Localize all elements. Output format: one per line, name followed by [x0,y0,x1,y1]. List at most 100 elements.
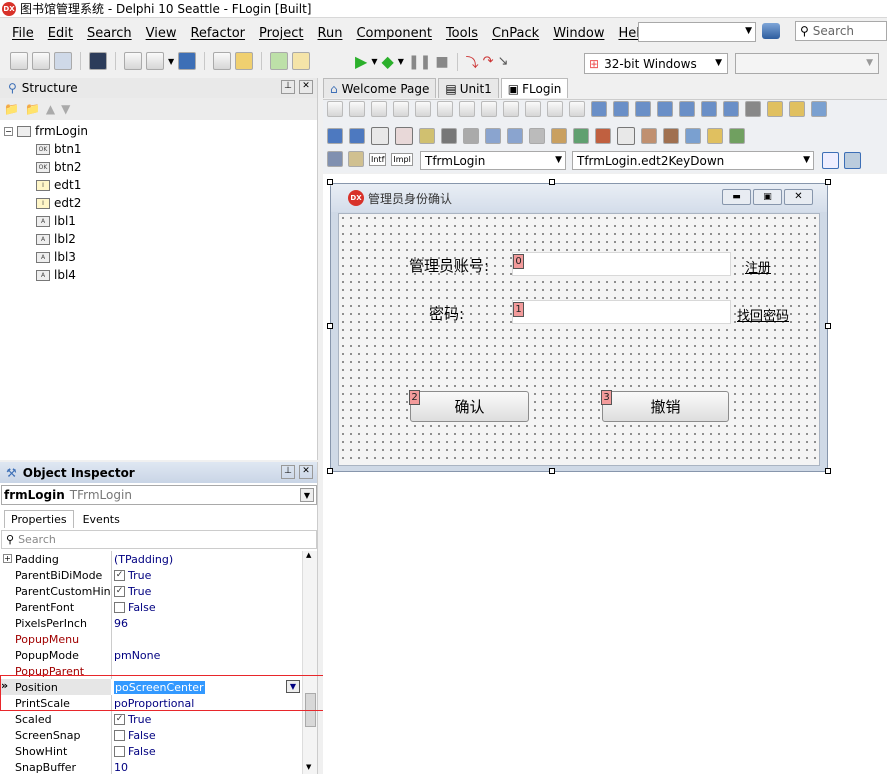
pin-icon[interactable]: ⊥ [281,80,295,94]
property-value[interactable]: ✓ True [111,569,302,582]
property-value[interactable]: 10 [111,761,302,774]
align-grid-icon[interactable] [723,101,739,117]
bring-front-icon[interactable] [679,101,695,117]
property-row-parentfont[interactable]: ParentFont False [0,599,302,615]
property-value[interactable]: False [111,745,302,758]
forward-icon[interactable] [348,151,364,167]
creation-order-icon[interactable] [613,101,629,117]
select-all-icon[interactable] [327,128,343,144]
tab-flogin[interactable]: ▣ FLogin [500,78,569,98]
tab-unit1[interactable]: ▤ Unit1 [438,78,499,98]
size-height-icon[interactable] [525,101,541,117]
align-left-icon[interactable] [327,101,343,117]
align-center-v-icon[interactable] [437,101,453,117]
sync-view-icon[interactable] [822,152,839,169]
align-bottom-icon[interactable] [393,101,409,117]
scroll-down-icon[interactable]: ▼ [306,763,311,771]
maximize-icon[interactable]: ▣ [753,189,782,205]
menu-component[interactable]: Component [356,26,431,41]
new-form-icon[interactable] [124,52,142,70]
component-list-icon[interactable] [485,128,501,144]
tree-item-lbl4[interactable]: Albl4 [36,266,317,284]
menu-file[interactable]: File [12,26,34,41]
open-icon[interactable] [32,52,50,70]
tree-item-edt2[interactable]: Iedt2 [36,194,317,212]
checkbox-checked[interactable]: ✓ [114,713,125,725]
menu-tools[interactable]: Tools [446,26,478,41]
arrow-up-icon[interactable]: ▲ [46,102,55,116]
menu-edit[interactable]: Edit [48,26,73,41]
property-value[interactable]: False [111,601,302,614]
ide-search-box[interactable]: ⚲ Search [795,21,887,41]
desktop-layout-combo[interactable]: ▼ [638,22,756,42]
chevron-down-icon[interactable]: ▼ [300,488,314,502]
designer-options-icon[interactable] [707,128,723,144]
menu-cnpack[interactable]: CnPack [492,26,539,41]
lock-controls-icon[interactable] [657,101,673,117]
resize-handle[interactable] [549,179,555,185]
tree-item-lbl1[interactable]: Albl1 [36,212,317,230]
send-back-icon[interactable] [701,101,717,117]
checkbox-checked[interactable]: ✓ [114,569,125,581]
tab-order-icon[interactable] [591,101,607,117]
collapse-icon[interactable]: − [4,126,13,136]
select-parent-icon[interactable] [349,128,365,144]
save-icon[interactable] [178,52,197,70]
flip-children-icon[interactable] [635,101,651,117]
property-row-padding[interactable]: + Padding (TPadding) [0,551,302,567]
scroll-up-icon[interactable]: ▲ [306,551,311,559]
stop-icon[interactable]: ■ [435,54,448,70]
property-value[interactable]: ✓ True [111,585,302,598]
increase-spacing-icon[interactable] [547,101,563,117]
password-input[interactable] [512,300,731,324]
resize-handle[interactable] [549,468,555,474]
run-icon[interactable]: ▶ [355,52,367,71]
expand-icon[interactable]: + [3,554,12,563]
decrease-spacing-icon[interactable] [569,101,585,117]
resize-handle[interactable] [327,468,333,474]
tree-item-lbl3[interactable]: Albl3 [36,248,317,266]
tab-properties[interactable]: Properties [4,510,74,528]
property-row-snapbuffer[interactable]: SnapBuffer 10 [0,759,302,774]
property-row-popupmenu[interactable]: PopupMenu [0,631,302,647]
resize-handle[interactable] [825,179,831,185]
menu-window[interactable]: Window [553,26,604,41]
menu-run[interactable]: Run [318,26,343,41]
menu-project[interactable]: Project [259,26,303,41]
platform-combo[interactable]: ⊞ 32-bit Windows ▼ [584,53,728,74]
tab-welcome-page[interactable]: ⌂ Welcome Page [323,78,437,98]
resize-handle[interactable] [327,179,333,185]
open-project-icon[interactable] [54,52,72,70]
implementation-icon[interactable]: Impl [391,152,413,166]
form-list-icon[interactable] [685,128,701,144]
export-icon[interactable] [292,52,311,70]
save-all-icon[interactable] [213,52,232,70]
property-row-pixelsperinch[interactable]: PixelsPerInch 96 [0,615,302,631]
step-over-icon[interactable]: ↷ [483,54,494,69]
menu-search[interactable]: Search [87,26,132,41]
event-wizard-icon[interactable] [551,128,567,144]
close-icon[interactable]: ✕ [299,80,313,94]
copy-name-icon[interactable] [463,128,479,144]
run-without-debug-icon[interactable]: ◆ [381,52,393,71]
menu-refactor[interactable]: Refactor [190,26,245,41]
confirm-button[interactable]: 确认 [410,391,529,422]
pause-icon[interactable]: ❚❚ [408,54,431,70]
open-folder-icon[interactable] [235,52,254,70]
tree-item-btn2[interactable]: OK btn2 [36,158,317,176]
property-row-showhint[interactable]: ShowHint False [0,743,302,759]
chevron-down-icon[interactable]: ▼ [168,57,174,66]
property-scrollbar[interactable]: ▲ ▼ [302,551,317,774]
resize-handle[interactable] [825,468,831,474]
align-right-icon[interactable] [349,101,365,117]
tree-item-edt1[interactable]: Iedt1 [36,176,317,194]
checkbox-unchecked[interactable] [114,601,125,613]
add-to-project-icon[interactable] [146,52,164,70]
grid-toggle-icon[interactable] [395,127,413,145]
menu-view[interactable]: View [146,26,177,41]
designed-form[interactable]: DX 管理员身份确认 ▬ ▣ ✕ 管理员账号: 0 注册 密码: 1 找回密码 … [330,183,828,472]
align-dialog-icon[interactable] [789,101,805,117]
space-equal-v-icon[interactable] [481,101,497,117]
new-items-icon[interactable] [10,52,28,70]
minimize-icon[interactable]: ▬ [722,189,751,205]
